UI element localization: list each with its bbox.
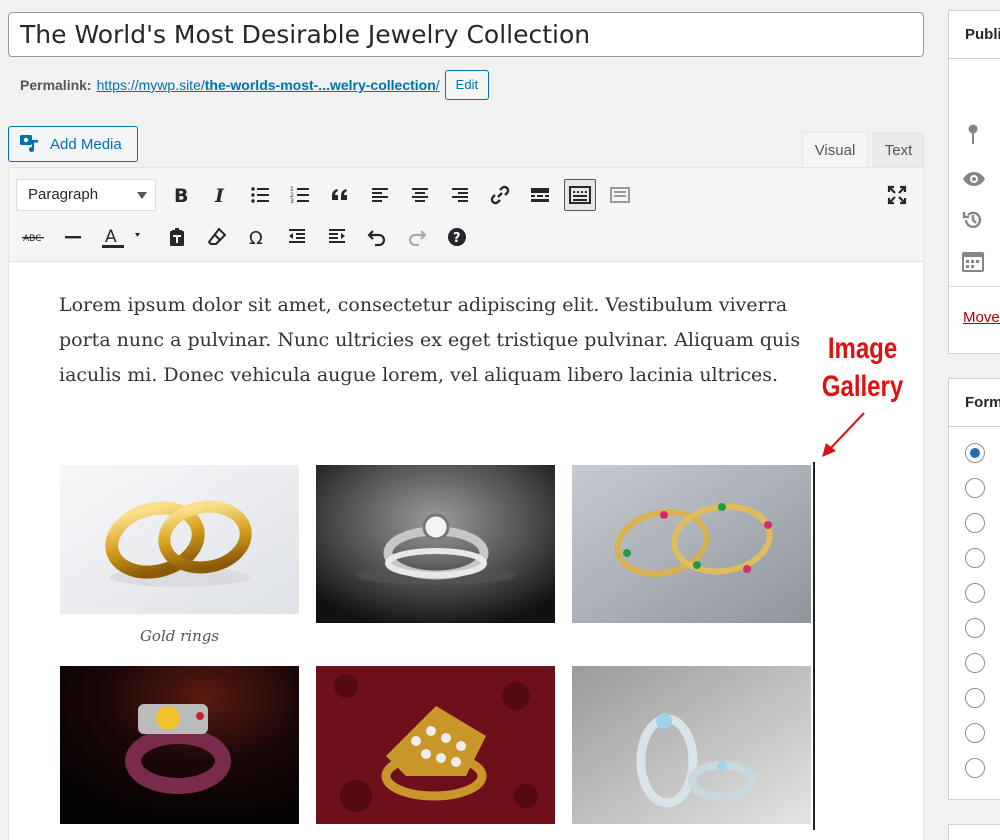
post-title-input[interactable]: The World's Most Desirable Jewelry Colle… — [8, 12, 924, 57]
gallery-item[interactable] — [572, 666, 811, 824]
gallery-item[interactable] — [60, 666, 299, 824]
format-radio[interactable] — [965, 723, 985, 743]
gallery-image-gold-bangles[interactable] — [572, 465, 811, 623]
toolbar-toggle-icon[interactable] — [564, 179, 596, 211]
tab-visual[interactable]: Visual — [802, 132, 868, 168]
gallery-image-gemstone-ring[interactable] — [60, 666, 299, 824]
add-media-label: Add Media — [50, 135, 122, 153]
strikethrough-icon[interactable]: ABC — [17, 221, 49, 253]
svg-text:I: I — [214, 185, 225, 205]
permalink-row: Permalink: https://mywp.site/the-worlds-… — [20, 70, 490, 100]
align-right-icon[interactable] — [444, 179, 476, 211]
link-icon[interactable] — [484, 179, 516, 211]
image-gallery-annotation: Image Gallery — [817, 330, 909, 406]
undo-icon[interactable] — [361, 221, 393, 253]
svg-text:Ω: Ω — [249, 228, 263, 247]
format-select[interactable]: Paragraph — [16, 179, 156, 211]
format-radio[interactable] — [965, 443, 985, 463]
format-radio[interactable] — [965, 688, 985, 708]
gallery-boundary-line — [813, 462, 815, 830]
revisions-icon — [962, 209, 984, 236]
permalink-edit-button[interactable]: Edit — [444, 70, 490, 100]
svg-text:?: ? — [453, 231, 461, 246]
svg-text:ABC: ABC — [23, 234, 41, 244]
post-content-paragraph[interactable]: Lorem ipsum dolor sit amet, consectetur … — [59, 288, 819, 393]
move-to-trash-wrap: Move to Trash — [963, 309, 1000, 327]
add-media-icon — [19, 134, 41, 154]
fullscreen-icon[interactable] — [881, 179, 913, 211]
annotation-line-2: Gallery — [821, 370, 904, 403]
help-icon[interactable]: ? — [441, 221, 473, 253]
distraction-free-icon[interactable] — [604, 179, 636, 211]
gallery-image-engagement-ring[interactable] — [316, 465, 555, 623]
chevron-down-icon — [137, 192, 147, 199]
italic-icon[interactable]: I — [204, 179, 236, 211]
paste-text-icon[interactable] — [161, 221, 193, 253]
text-color-icon[interactable]: A — [97, 221, 147, 253]
annotation-line-1: Image — [827, 332, 898, 365]
tab-text[interactable]: Text — [873, 132, 924, 168]
next-box — [948, 824, 1000, 840]
format-radio[interactable] — [965, 618, 985, 638]
blockquote-icon[interactable] — [324, 179, 356, 211]
calendar-icon — [962, 250, 984, 277]
read-more-icon[interactable] — [524, 179, 556, 211]
add-media-button[interactable]: Add Media — [8, 126, 138, 162]
gallery-item[interactable] — [572, 465, 811, 623]
svg-text:3: 3 — [290, 198, 294, 205]
arrow-icon — [822, 412, 865, 457]
move-to-trash-link[interactable]: Move to Trash — [963, 309, 1000, 326]
format-radio[interactable] — [965, 653, 985, 673]
permalink-link[interactable]: https://mywp.site/the-worlds-most-...wel… — [97, 77, 440, 93]
format-radio[interactable] — [965, 583, 985, 603]
gallery-caption: Gold rings — [139, 627, 220, 645]
status-pin-icon — [962, 123, 984, 150]
editor-toolbar: Paragraph B I 123 ABC A Ω ? — [9, 168, 923, 262]
format-radio[interactable] — [965, 513, 985, 533]
format-radio[interactable] — [965, 478, 985, 498]
align-center-icon[interactable] — [404, 179, 436, 211]
permalink-label: Permalink: — [20, 77, 92, 93]
format-radio[interactable] — [965, 548, 985, 568]
publish-box-header[interactable]: Publish — [949, 11, 1000, 59]
format-radio[interactable] — [965, 758, 985, 778]
gallery-image-silver-rings[interactable] — [572, 666, 811, 824]
indent-icon[interactable] — [321, 221, 353, 253]
clear-formatting-icon[interactable] — [201, 221, 233, 253]
special-character-icon[interactable]: Ω — [241, 221, 273, 253]
gallery-item[interactable]: Gold rings — [60, 465, 299, 645]
outdent-icon[interactable] — [281, 221, 313, 253]
align-left-icon[interactable] — [364, 179, 396, 211]
horizontal-line-icon[interactable] — [57, 221, 89, 253]
bold-icon[interactable]: B — [164, 179, 196, 211]
numbered-list-icon[interactable]: 123 — [284, 179, 316, 211]
publish-divider — [949, 286, 1000, 287]
gallery-item[interactable] — [316, 666, 555, 824]
svg-text:B: B — [174, 185, 188, 205]
gallery-image-diamond-ring[interactable] — [316, 666, 555, 824]
gallery-item[interactable] — [316, 465, 555, 623]
bullet-list-icon[interactable] — [244, 179, 276, 211]
gallery-image-gold-rings[interactable] — [60, 465, 299, 614]
format-select-value: Paragraph — [28, 186, 99, 203]
redo-icon[interactable] — [401, 221, 433, 253]
svg-text:A: A — [105, 227, 117, 247]
format-box-header[interactable]: Format — [949, 379, 1000, 427]
visibility-eye-icon — [962, 170, 986, 193]
